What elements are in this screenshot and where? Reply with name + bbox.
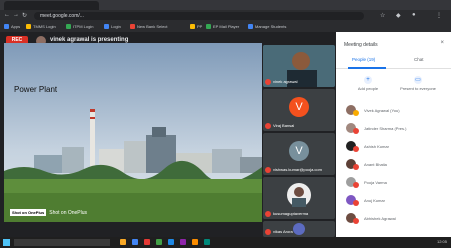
participant-row[interactable]: Abhishek Agrawal	[346, 212, 446, 226]
mic-off-icon	[265, 123, 271, 129]
app-icon[interactable]	[204, 239, 210, 245]
bookmark-item[interactable]: Login	[104, 24, 121, 29]
participant-tile[interactable]: kusumaguptaverma	[263, 177, 335, 219]
clock: 12:05	[436, 239, 447, 244]
participant-name: Pooja Varma	[364, 180, 387, 185]
mic-off-icon	[265, 211, 271, 217]
active-tab-indicator	[348, 67, 386, 69]
back-icon[interactable]: ←	[4, 12, 10, 18]
participant-name: vikas Arora	[273, 229, 293, 234]
extension-icon[interactable]: ◆	[396, 12, 401, 19]
app-icon[interactable]	[180, 239, 186, 245]
slide-title: Power Plant	[14, 85, 58, 94]
panel-title: Meeting details	[344, 42, 378, 48]
mic-off-icon	[353, 164, 359, 170]
avatar: V	[289, 97, 309, 117]
mic-off-icon	[353, 128, 359, 134]
mic-off-icon	[265, 79, 271, 85]
close-icon[interactable]: ×	[440, 40, 444, 46]
participant-name: Anuj Kumar	[364, 198, 385, 203]
participant-name: Ashish Kumar	[364, 144, 389, 149]
screen: ← → ↻ meet.google.com/... ☆ ◆ ● ⋮ Apps T…	[0, 0, 451, 248]
participant-name: vinek agrawal	[273, 79, 298, 84]
star-icon[interactable]: ☆	[380, 12, 385, 19]
bookmark-item[interactable]: PP	[190, 24, 202, 29]
participant-row[interactable]: Pooja Varma	[346, 176, 446, 190]
participant-name: Abhishek Agrawal	[364, 216, 396, 221]
address-bar: ← → ↻ meet.google.com/... ☆ ◆ ● ⋮	[0, 10, 451, 22]
app-icon[interactable]	[144, 239, 150, 245]
participant-tile[interactable]: vinek agrawal	[263, 45, 335, 87]
add-people-label: Add people	[357, 86, 379, 91]
participant-row[interactable]: Ashish Kumar	[346, 140, 446, 154]
avatar	[293, 223, 305, 235]
participant-tile[interactable]: vikas Arora	[263, 221, 335, 237]
participant-tile[interactable]: V vishwas.kumar@pooja.com	[263, 133, 335, 175]
status-dot	[353, 110, 359, 116]
mic-off-icon	[353, 200, 359, 206]
app-icon[interactable]	[168, 239, 174, 245]
participant-row[interactable]: Anuj Kumar	[346, 194, 446, 208]
participant-row[interactable]: Vivek Agrawal (You)	[346, 104, 446, 118]
present-icon: ▭	[414, 76, 422, 84]
reload-icon[interactable]: ↻	[22, 12, 27, 19]
add-person-icon: +	[364, 76, 372, 84]
taskbar-search[interactable]	[14, 239, 110, 246]
participant-row[interactable]: Jatinder Sharma (Pres.)	[346, 122, 446, 136]
bookmark-item[interactable]: TMMS Login	[26, 24, 56, 29]
chrome-icon[interactable]	[132, 239, 138, 245]
mic-off-icon	[353, 218, 359, 224]
panel-actions: + Add people ▭ Present to everyone	[336, 72, 451, 98]
participant-name: kusumaguptaverma	[273, 211, 309, 216]
present-label: Present to everyone	[400, 86, 436, 91]
bookmark-item[interactable]: Manage Students	[248, 24, 286, 29]
browser-tab[interactable]	[4, 1, 99, 10]
power-plant-photo	[4, 43, 262, 222]
panel-tabs: People (19) Chat	[336, 54, 451, 69]
add-people-button[interactable]: + Add people	[348, 76, 388, 91]
participant-name: Anant Bhatia	[364, 162, 387, 167]
participant-name: Jatinder Sharma (Pres.)	[364, 126, 407, 131]
tab-people[interactable]: People (19)	[352, 57, 375, 62]
participant-name: vishwas.kumar@pooja.com	[273, 167, 322, 172]
participant-row[interactable]: Anant Bhatia	[346, 158, 446, 172]
participant-tiles: vinek agrawal V Viraj Bansal V vishwas.k…	[262, 45, 336, 237]
avatar: V	[289, 141, 309, 161]
mic-off-icon	[353, 182, 359, 188]
folder-icon[interactable]	[120, 239, 126, 245]
app-icon[interactable]	[156, 239, 162, 245]
bookmark-item[interactable]: Apps	[4, 24, 20, 29]
url-field[interactable]: meet.google.com/...	[34, 12, 364, 20]
participant-name: Viraj Bansal	[273, 123, 295, 128]
people-panel: Meeting details × People (19) Chat + Add…	[336, 32, 451, 237]
shot-badge: Shot on OnePlus	[10, 209, 47, 216]
bookmark-item[interactable]: ITPM Login	[66, 24, 93, 29]
profile-icon[interactable]: ●	[412, 12, 416, 18]
bookmark-item[interactable]: EP Mail Player	[206, 24, 239, 29]
shared-screen: Power Plant Shot on OnePlus Shot on OnePl…	[4, 43, 262, 222]
mic-off-icon	[265, 167, 271, 173]
participant-name: Vivek Agrawal (You)	[364, 108, 400, 113]
start-icon[interactable]	[3, 239, 10, 246]
participant-tile[interactable]: V Viraj Bansal	[263, 89, 335, 131]
shot-text: Shot on OnePlus	[49, 210, 88, 216]
menu-icon[interactable]: ⋮	[436, 12, 442, 19]
mic-off-icon	[353, 146, 359, 152]
shot-on-watermark: Shot on OnePlus Shot on OnePlus	[10, 208, 87, 218]
forward-icon[interactable]: →	[13, 12, 19, 18]
os-taskbar: 12:05	[0, 237, 451, 248]
browser-tab-bar	[0, 0, 451, 10]
present-button[interactable]: ▭ Present to everyone	[398, 76, 438, 91]
mic-off-icon	[265, 229, 271, 235]
bookmark-item[interactable]: New Bank Select	[130, 24, 167, 29]
app-icon[interactable]	[192, 239, 198, 245]
tab-chat[interactable]: Chat	[414, 57, 424, 62]
